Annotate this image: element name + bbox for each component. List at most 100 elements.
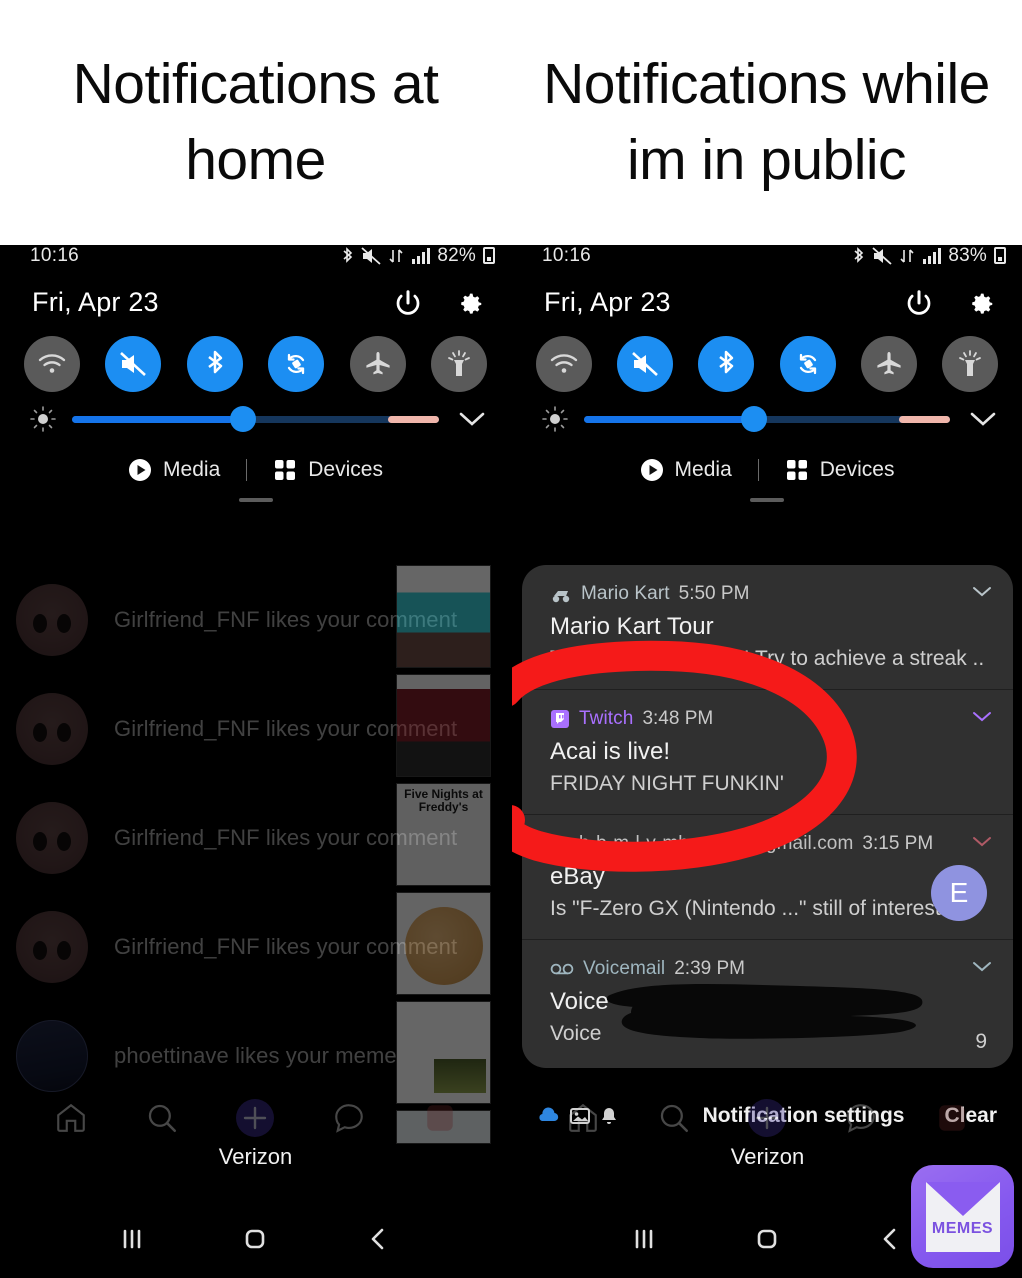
wifi-icon <box>550 354 578 373</box>
search-icon[interactable] <box>657 1101 691 1135</box>
date-row-left: Fri, Apr 23 <box>0 273 511 324</box>
status-clock: 10:16 <box>542 245 592 266</box>
notification-time: 3:48 PM <box>642 708 714 729</box>
media-devices-row-left: Media Devices <box>0 432 511 482</box>
post-thumbnail[interactable] <box>396 674 491 777</box>
meme-image: Notifications at home Notifications whil… <box>0 0 1022 1278</box>
post-thumbnail[interactable] <box>396 892 491 995</box>
status-bar-left: 10:16 82% <box>0 245 511 273</box>
brightness-row-left <box>0 392 511 432</box>
gear-icon[interactable] <box>966 288 996 318</box>
notification-app-name: b-b-m-l-y-mbrocko7@gmail.com <box>579 833 854 854</box>
battery-percent: 82% <box>437 245 476 266</box>
home-icon[interactable] <box>54 1101 88 1135</box>
add-post-icon[interactable] <box>747 1098 787 1138</box>
auto-rotate-icon <box>288 353 305 375</box>
gear-icon[interactable] <box>455 288 485 318</box>
phone-panels: 10:16 82% Fri, Apr 23 Media Devices Girl… <box>0 245 1022 1278</box>
toggle-auto-rotate[interactable] <box>268 336 325 392</box>
devices-button[interactable]: Devices <box>759 458 921 482</box>
brightness-icon <box>30 406 56 432</box>
signal-icon <box>923 247 942 264</box>
messages-icon[interactable] <box>332 1101 366 1135</box>
notification-header: Twitch 3:48 PM <box>522 690 1013 730</box>
status-bar-right: 10:16 83% <box>512 245 1022 273</box>
slider-thumb[interactable] <box>741 406 768 432</box>
notification-voicemail[interactable]: Voicemail 2:39 PM Voice Voice 9 <box>522 940 1013 1068</box>
envelope-icon: MEMES <box>925 1181 1000 1252</box>
expand-panel-button[interactable] <box>966 410 1000 428</box>
toggle-wifi[interactable] <box>24 336 80 392</box>
recents-icon[interactable] <box>116 1223 148 1255</box>
toggle-airplane[interactable] <box>860 336 917 392</box>
back-icon[interactable] <box>363 1223 395 1255</box>
airplane-icon <box>877 352 901 375</box>
toggle-flashlight[interactable] <box>430 336 487 392</box>
bluetooth-icon <box>854 246 864 263</box>
expand-notification-button[interactable] <box>971 835 993 854</box>
expand-notification-button[interactable] <box>971 585 993 604</box>
panel-grabber[interactable] <box>238 498 273 502</box>
toggle-wifi[interactable] <box>536 336 592 392</box>
expand-notification-button[interactable] <box>971 960 993 979</box>
notification-body: The Kart Pipe is now! Try to achieve a s… <box>550 647 985 670</box>
airplane-icon <box>365 352 390 375</box>
post-thumbnail[interactable]: Five Nights at Freddy's <box>396 783 491 886</box>
brightness-slider[interactable] <box>72 406 439 432</box>
notification-list: Mario Kart 5:50 PM Mario Kart Tour The K… <box>522 565 1013 1068</box>
add-post-icon[interactable] <box>235 1098 275 1138</box>
date-row-right: Fri, Apr 23 <box>512 273 1022 324</box>
recents-icon[interactable] <box>628 1223 660 1255</box>
battery-icon <box>483 247 495 264</box>
power-icon[interactable] <box>904 288 934 318</box>
messages-icon[interactable] <box>844 1101 878 1135</box>
power-icon[interactable] <box>393 288 423 318</box>
toggle-bluetooth[interactable] <box>698 336 755 392</box>
thumbnail-strip: Five Nights at Freddy's <box>396 565 493 1144</box>
play-icon <box>640 459 663 481</box>
data-transfer-icon <box>389 248 403 263</box>
phone-screenshot-right: 10:16 83% Fri, Apr 23 Media Devices Mari… <box>511 245 1022 1278</box>
toggle-airplane[interactable] <box>349 336 406 392</box>
status-clock: 10:16 <box>30 245 80 266</box>
home-icon[interactable] <box>751 1223 783 1255</box>
chevron-down-icon <box>970 412 996 426</box>
grid-icon <box>786 460 807 480</box>
avatar <box>16 583 88 656</box>
panel-grabber[interactable] <box>750 498 784 502</box>
notification-ebay[interactable]: b-b-m-l-y-mbrocko7@gmail.com 3:15 PM eBa… <box>522 815 1013 939</box>
toggle-bluetooth[interactable] <box>186 336 243 392</box>
slider-thumb[interactable] <box>229 406 256 432</box>
notification-time: 5:50 PM <box>678 583 750 604</box>
post-thumbnail[interactable] <box>396 565 491 668</box>
brightness-icon <box>542 406 568 432</box>
toggle-flashlight[interactable] <box>941 336 998 392</box>
mute-icon <box>872 246 892 265</box>
brightness-slider[interactable] <box>584 406 950 432</box>
devices-button[interactable]: Devices <box>247 458 409 482</box>
media-devices-row-right: Media Devices <box>512 432 1022 482</box>
toggle-mute[interactable] <box>105 336 162 392</box>
back-icon[interactable] <box>875 1223 907 1255</box>
toggle-auto-rotate[interactable] <box>779 336 836 392</box>
home-icon[interactable] <box>566 1101 600 1135</box>
notification-mario-kart[interactable]: Mario Kart 5:50 PM Mario Kart Tour The K… <box>522 565 1013 689</box>
expand-panel-button[interactable] <box>455 410 489 428</box>
media-button[interactable]: Media <box>102 458 246 482</box>
notification-title: Voice <box>550 988 609 1015</box>
data-transfer-icon <box>900 248 914 263</box>
expand-notification-button[interactable] <box>971 710 993 729</box>
carrier-label-left: Verizon <box>218 1144 293 1169</box>
notification-twitch[interactable]: Twitch 3:48 PM Acai is live! FRIDAY NIGH… <box>522 690 1013 814</box>
search-icon[interactable] <box>145 1101 179 1135</box>
notification-time: 3:15 PM <box>862 833 934 854</box>
mute-icon <box>361 246 381 265</box>
profile-icon[interactable] <box>423 1101 457 1135</box>
media-button[interactable]: Media <box>614 458 758 482</box>
status-icons: 82% <box>341 245 495 267</box>
caption-left-text: Notifications at home <box>72 52 439 192</box>
media-label: Media <box>163 458 221 481</box>
toggle-mute[interactable] <box>617 336 674 392</box>
profile-icon[interactable] <box>935 1101 969 1135</box>
home-icon[interactable] <box>239 1223 271 1255</box>
